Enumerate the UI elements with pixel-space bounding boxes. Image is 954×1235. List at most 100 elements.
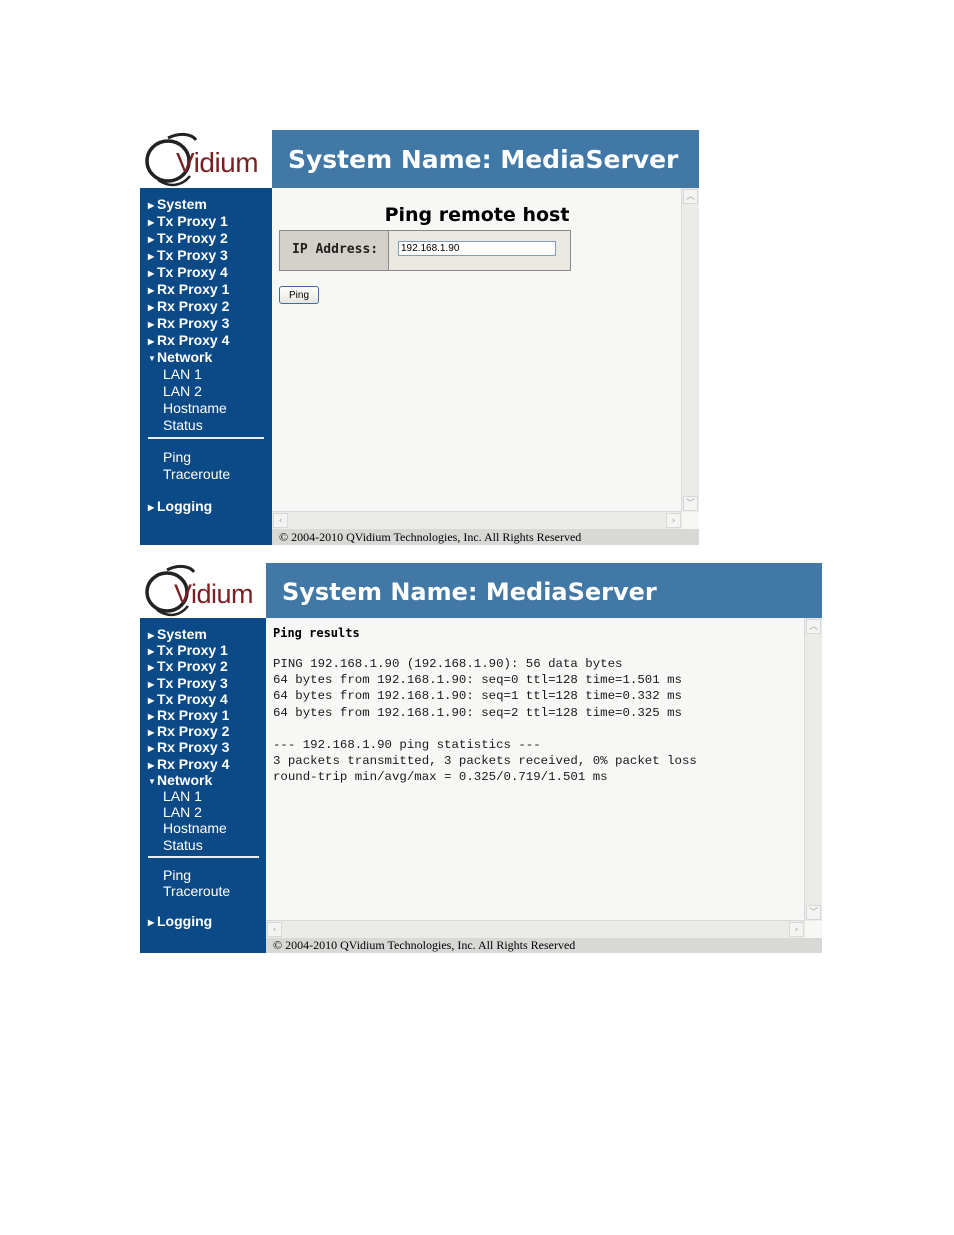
sidebar-item-label: Tx Proxy 4 — [157, 690, 228, 707]
content-pane: Ping results PING 192.168.1.90 (192.168.… — [266, 618, 822, 938]
sidebar-item-label: LAN 1 — [163, 788, 202, 804]
sidebar-item-label: Tx Proxy 3 — [157, 247, 228, 263]
vertical-scrollbar[interactable]: ︿ ﹀ — [681, 188, 699, 512]
results-title: Ping results — [273, 626, 360, 640]
sidebar-item-label: Rx Proxy 4 — [157, 332, 230, 348]
triangle-right-icon: ▶ — [148, 286, 155, 295]
triangle-right-icon: ▶ — [148, 218, 155, 227]
ping-button[interactable]: Ping — [279, 286, 319, 304]
sidebar-item-lan-1[interactable]: LAN 1 — [163, 366, 202, 382]
qvidium-logo: Vidium — [140, 563, 266, 618]
triangle-right-icon: ▶ — [148, 503, 155, 512]
sidebar-item-hostname[interactable]: Hostname — [163, 820, 227, 836]
sidebar-item-logging[interactable]: ▶ Logging — [148, 498, 212, 516]
sidebar-item-label: System — [157, 626, 207, 642]
scroll-up-icon[interactable]: ︿ — [806, 619, 821, 634]
sidebar-item-system[interactable]: ▶ System — [148, 196, 207, 214]
sidebar-item-label: Rx Proxy 1 — [157, 281, 230, 297]
ip-address-form: IP Address: — [279, 230, 571, 271]
scroll-left-icon[interactable]: ‹ — [273, 513, 288, 528]
logo-text: Vidium — [176, 147, 259, 178]
sidebar-item-rx-proxy-3[interactable]: ▶ Rx Proxy 3 — [148, 315, 229, 333]
footer-copyright: © 2004-2010 QVidium Technologies, Inc. A… — [266, 938, 822, 953]
sidebar-item-label: Traceroute — [163, 883, 231, 899]
sidebar-item-label: Tx Proxy 4 — [157, 264, 228, 280]
sidebar-item-label: Rx Proxy 3 — [157, 315, 230, 331]
sidebar-item-hostname[interactable]: Hostname — [163, 400, 227, 416]
sidebar-item-label: Rx Proxy 3 — [157, 739, 230, 756]
sidebar-item-ping[interactable]: Ping — [163, 867, 191, 883]
sidebar-item-label: Traceroute — [163, 466, 231, 482]
sidebar-item-label: Logging — [157, 498, 213, 514]
sidebar-item-label: Rx Proxy 2 — [157, 298, 230, 314]
vertical-scrollbar[interactable]: ︿ ﹀ — [804, 618, 822, 921]
ping-form-window: Vidium System Name: MediaServer ▶ System ▶… — [140, 130, 699, 545]
page-header: System Name: MediaServer — [266, 563, 822, 618]
scroll-right-icon[interactable]: › — [666, 513, 681, 528]
scroll-down-icon[interactable]: ﹀ — [683, 496, 698, 511]
sidebar-item-label: Logging — [157, 913, 213, 930]
sidebar-item-status[interactable]: Status — [163, 837, 203, 853]
sidebar-item-tx-proxy-1[interactable]: ▶ Tx Proxy 1 — [148, 213, 228, 231]
sidebar-item-tx-proxy-4[interactable]: ▶ Tx Proxy 4 — [148, 264, 228, 282]
horizontal-scrollbar[interactable]: ‹ › — [272, 511, 682, 529]
sidebar-item-label: System — [157, 196, 207, 212]
page-header: System Name: MediaServer — [272, 130, 699, 188]
triangle-down-icon: ▼ — [148, 776, 156, 786]
ping-results-window: Vidium System Name: MediaServer ▶ System ▶… — [140, 563, 822, 953]
sidebar-item-traceroute[interactable]: Traceroute — [163, 883, 230, 899]
sidebar-item-network[interactable]: ▼Network — [148, 349, 212, 367]
triangle-right-icon: ▶ — [148, 252, 155, 261]
sidebar-item-tx-proxy-3[interactable]: ▶ Tx Proxy 3 — [148, 247, 228, 265]
ip-address-label: IP Address: — [292, 242, 379, 257]
logo-text: Vidium — [174, 579, 254, 609]
sidebar-item-ping[interactable]: Ping — [163, 449, 191, 465]
page-title: Ping remote host — [384, 204, 570, 226]
sidebar-item-label: Status — [163, 417, 203, 433]
triangle-right-icon: ▶ — [148, 320, 155, 329]
triangle-right-icon: ▶ — [148, 918, 155, 928]
sidebar-divider — [148, 855, 259, 858]
ping-output: PING 192.168.1.90 (192.168.1.90): 56 dat… — [273, 657, 697, 785]
sidebar-item-tx-proxy-2[interactable]: ▶ Tx Proxy 2 — [148, 230, 228, 248]
sidebar-item-logging[interactable]: ▶ Logging — [148, 913, 212, 931]
ip-address-input[interactable] — [398, 241, 556, 256]
sidebar-item-label: Tx Proxy 2 — [157, 658, 228, 675]
sidebar-item-label: LAN 1 — [163, 366, 202, 382]
sidebar-item-label: LAN 2 — [163, 804, 202, 821]
sidebar-item-rx-proxy-1[interactable]: ▶ Rx Proxy 1 — [148, 281, 229, 299]
scroll-right-icon[interactable]: › — [789, 922, 804, 937]
sidebar-item-lan-1[interactable]: LAN 1 — [163, 788, 202, 804]
triangle-down-icon: ▼ — [148, 354, 156, 363]
sidebar-item-traceroute[interactable]: Traceroute — [163, 466, 230, 482]
sidebar-item-status[interactable]: Status — [163, 417, 203, 433]
sidebar-item-label: Network — [157, 771, 213, 788]
sidebar-item-label: Rx Proxy 1 — [157, 707, 230, 723]
sidebar-item-label: Hostname — [163, 820, 227, 837]
ip-input-cell — [389, 231, 570, 270]
sidebar-nav: ▶ System ▶ Tx Proxy 1 ▶ Tx Proxy 2 ▶ Tx Proxy 3… — [140, 188, 272, 545]
sidebar-item-label: Rx Proxy 4 — [157, 755, 230, 772]
qvidium-logo: Vidium — [140, 130, 272, 188]
sidebar-item-lan-2[interactable]: LAN 2 — [163, 804, 202, 820]
sidebar-item-label: Rx Proxy 2 — [157, 723, 230, 740]
triangle-right-icon: ▶ — [148, 201, 155, 210]
triangle-right-icon: ▶ — [148, 337, 155, 346]
sidebar-item-label: Tx Proxy 1 — [157, 213, 228, 229]
sidebar-item-rx-proxy-4[interactable]: ▶ Rx Proxy 4 — [148, 332, 229, 350]
sidebar-item-label: Tx Proxy 2 — [157, 230, 228, 246]
horizontal-scrollbar[interactable]: ‹ › — [266, 920, 805, 938]
sidebar-item-lan-2[interactable]: LAN 2 — [163, 383, 202, 399]
scroll-up-icon[interactable]: ︿ — [683, 189, 698, 204]
content-pane: Ping remote host IP Address: Ping ︿ ﹀ ‹ … — [272, 188, 699, 529]
sidebar-item-rx-proxy-2[interactable]: ▶ Rx Proxy 2 — [148, 298, 229, 316]
sidebar-item-label: Ping — [163, 866, 192, 883]
footer-copyright: © 2004-2010 QVidium Technologies, Inc. A… — [272, 529, 699, 545]
sidebar-item-label: Status — [163, 836, 203, 853]
sidebar-item-label: Ping — [163, 449, 192, 465]
sidebar-item-label: Hostname — [163, 400, 227, 416]
triangle-right-icon: ▶ — [148, 269, 155, 278]
scroll-left-icon[interactable]: ‹ — [267, 922, 282, 937]
triangle-right-icon: ▶ — [148, 235, 155, 244]
scroll-down-icon[interactable]: ﹀ — [806, 905, 821, 920]
